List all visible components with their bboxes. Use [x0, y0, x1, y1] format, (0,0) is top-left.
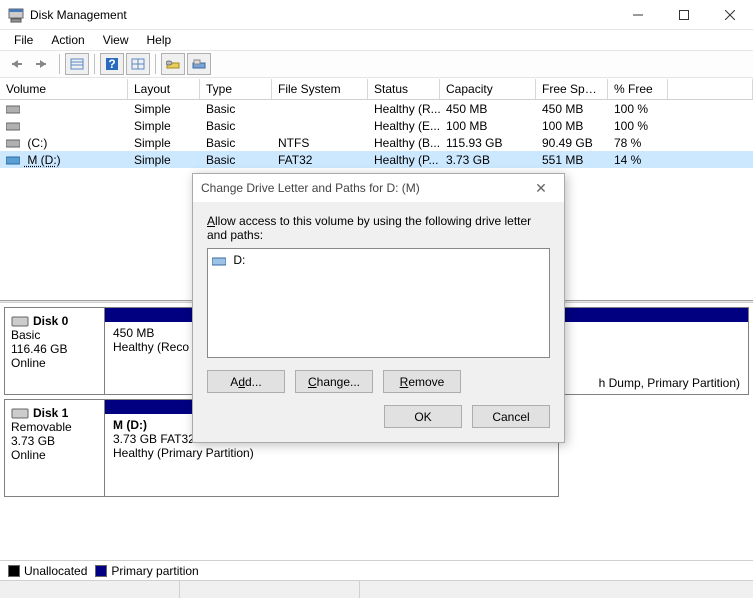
table-row[interactable]: (C:) Simple Basic NTFS Healthy (B... 115… [0, 134, 753, 151]
dialog-instruction: Allow access to this volume by using the… [207, 214, 550, 242]
forward-button[interactable] [30, 53, 54, 75]
close-button[interactable] [707, 0, 753, 29]
window-title: Disk Management [30, 8, 615, 22]
ok-button[interactable]: OK [384, 405, 462, 428]
toolbar-separator [155, 54, 156, 74]
volume-icon [6, 138, 20, 148]
drive-paths-listbox[interactable]: D: [207, 248, 550, 358]
volume-icon [6, 104, 20, 114]
menu-help[interactable]: Help [139, 31, 180, 49]
menu-bar: File Action View Help [0, 30, 753, 50]
add-button[interactable]: Add... [207, 370, 285, 393]
table-row[interactable]: M (D:) Simple Basic FAT32 Healthy (P... … [0, 151, 753, 168]
cancel-button[interactable]: Cancel [472, 405, 550, 428]
disk-state: Online [11, 356, 98, 370]
status-bar [0, 580, 753, 598]
legend-unallocated: Unallocated [24, 564, 87, 578]
toolbar-separator [94, 54, 95, 74]
table-row[interactable]: Simple Basic Healthy (R... 450 MB 450 MB… [0, 100, 753, 117]
toolbar-grid-icon[interactable] [126, 53, 150, 75]
legend: Unallocated Primary partition [0, 560, 753, 580]
title-bar: Disk Management [0, 0, 753, 30]
menu-action[interactable]: Action [43, 31, 92, 49]
volume-list-header: Volume Layout Type File System Status Ca… [0, 78, 753, 100]
swatch-unallocated [8, 565, 20, 577]
change-button[interactable]: Change... [295, 370, 373, 393]
minimize-button[interactable] [615, 0, 661, 29]
legend-primary: Primary partition [111, 564, 198, 578]
col-layout[interactable]: Layout [128, 79, 200, 99]
col-volume[interactable]: Volume [0, 79, 128, 99]
partition-size: 450 MB [113, 326, 189, 340]
svg-text:?: ? [108, 57, 115, 71]
maximize-button[interactable] [661, 0, 707, 29]
change-drive-letter-dialog: Change Drive Letter and Paths for D: (M)… [192, 173, 565, 443]
disk-state: Online [11, 448, 98, 462]
drive-icon [212, 256, 226, 266]
toolbar-blue-icon[interactable] [187, 53, 211, 75]
table-row[interactable]: Simple Basic Healthy (E... 100 MB 100 MB… [0, 117, 753, 134]
toolbar-separator [59, 54, 60, 74]
drive-letter: D: [233, 253, 245, 267]
col-pct[interactable]: % Free [608, 79, 668, 99]
vol-name: M (D:) [24, 153, 61, 167]
disk-size: 3.73 GB [11, 434, 98, 448]
volume-icon [6, 155, 20, 165]
help-icon[interactable]: ? [100, 53, 124, 75]
partition-status: Healthy (Primary Partition) [113, 446, 550, 460]
dialog-title: Change Drive Letter and Paths for D: (M) [201, 181, 526, 195]
disk-size: 116.46 GB [11, 342, 98, 356]
toolbar-list-icon[interactable] [65, 53, 89, 75]
toolbar: ? [0, 50, 753, 78]
col-capacity[interactable]: Capacity [440, 79, 536, 99]
disk-info: Disk 0 Basic 116.46 GB Online [5, 308, 105, 394]
toolbar-yellow-icon[interactable] [161, 53, 185, 75]
partition-status-right: h Dump, Primary Partition) [599, 376, 740, 390]
swatch-primary [95, 565, 107, 577]
col-status[interactable]: Status [368, 79, 440, 99]
disk-type: Basic [11, 328, 98, 342]
app-icon [8, 7, 24, 23]
vol-name: (C:) [24, 136, 47, 150]
col-spacer [668, 79, 753, 99]
back-button[interactable] [4, 53, 28, 75]
dialog-close-button[interactable]: ✕ [526, 180, 556, 197]
partition-status: Healthy (Reco [113, 340, 189, 354]
col-free[interactable]: Free Spa... [536, 79, 608, 99]
dialog-titlebar[interactable]: Change Drive Letter and Paths for D: (M)… [193, 174, 564, 202]
volume-icon [6, 121, 20, 131]
menu-view[interactable]: View [95, 31, 137, 49]
disk-type: Removable [11, 420, 98, 434]
col-type[interactable]: Type [200, 79, 272, 99]
list-item[interactable]: D: [212, 253, 545, 267]
col-filesystem[interactable]: File System [272, 79, 368, 99]
disk-info: Disk 1 Removable 3.73 GB Online [5, 400, 105, 496]
menu-file[interactable]: File [6, 31, 41, 49]
remove-button[interactable]: Remove [383, 370, 461, 393]
